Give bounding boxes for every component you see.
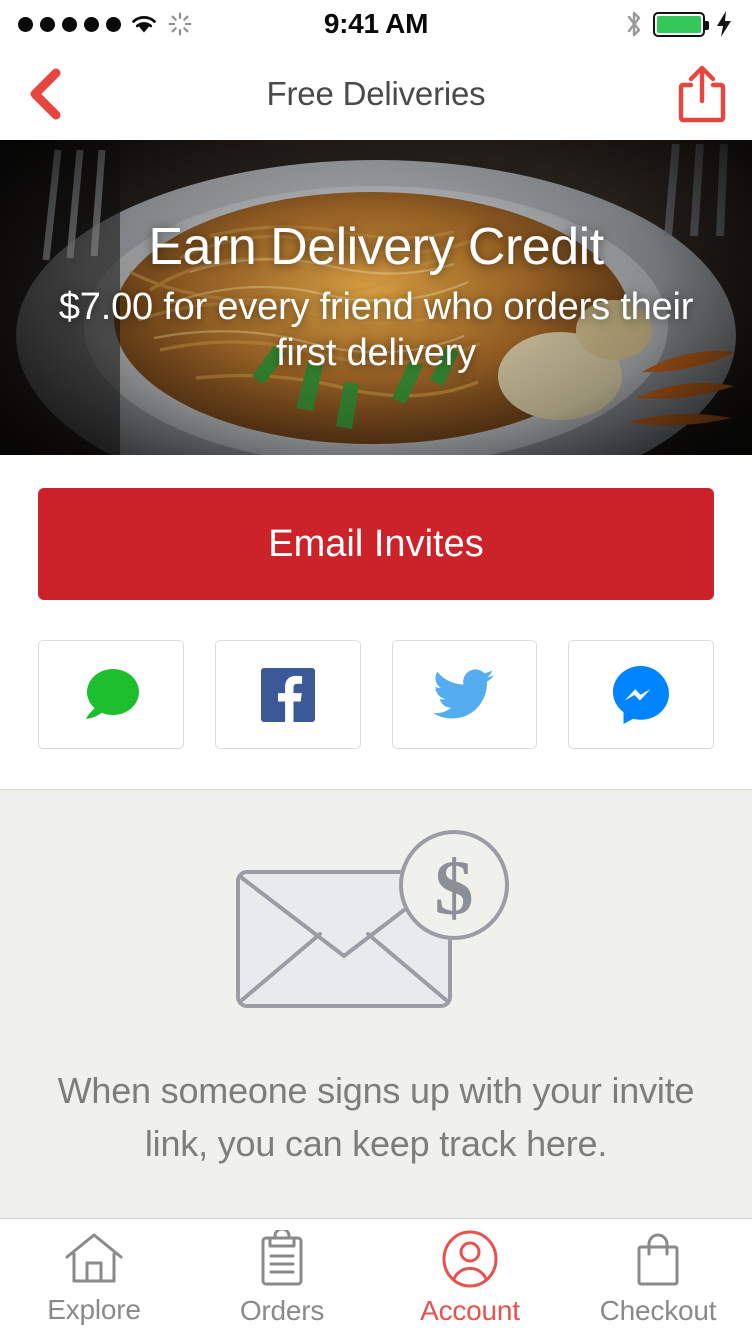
app-screen: 9:41 AM Free Deliveries Earn Delivery Cr… [0, 0, 752, 1334]
bottom-tab-bar: Explore Orders Account Checkout [0, 1218, 752, 1334]
share-section: Email Invites [0, 455, 752, 789]
sms-share-button[interactable] [38, 640, 184, 749]
twitter-bird-icon [433, 668, 495, 719]
share-button[interactable] [674, 63, 730, 125]
page-title: Free Deliveries [266, 75, 486, 112]
tab-label-account: Account [420, 1295, 520, 1326]
tab-label-orders: Orders [239, 1295, 325, 1326]
empty-state-message: When someone signs up with your invite l… [57, 1069, 695, 1164]
social-share-row [38, 640, 714, 749]
tab-label-explore: Explore [47, 1294, 141, 1325]
battery-full-icon [653, 11, 709, 37]
svg-text:$: $ [435, 844, 474, 931]
back-button[interactable] [22, 65, 68, 123]
tab-explore[interactable]: Explore [0, 1219, 188, 1334]
messenger-share-button[interactable] [568, 640, 714, 749]
facebook-icon [260, 667, 315, 723]
facebook-share-button[interactable] [214, 640, 361, 749]
messenger-icon [613, 665, 670, 724]
hero-title: Earn Delivery Credit [148, 217, 604, 276]
tab-orders[interactable]: Orders [188, 1219, 376, 1334]
clipboard-icon [261, 1230, 303, 1286]
envelope-with-dollar-badge-icon: $ [236, 829, 509, 1008]
hero-banner: Earn Delivery Credit $7.00 for every fri… [0, 140, 752, 455]
hero-subtitle: $7.00 for every friend who orders their … [58, 285, 694, 374]
status-bar-time: 9:41 AM [323, 8, 429, 39]
navigation-bar: Free Deliveries [0, 48, 752, 140]
tab-account[interactable]: Account [376, 1219, 564, 1334]
tab-checkout[interactable]: Checkout [564, 1219, 752, 1334]
status-bar: 9:41 AM [0, 0, 752, 48]
home-icon [65, 1233, 123, 1283]
person-circle-icon [442, 1230, 498, 1288]
share-upload-icon [678, 65, 726, 123]
hero-text-block: Earn Delivery Credit $7.00 for every fri… [0, 140, 752, 455]
chevron-left-icon [30, 68, 61, 120]
message-bubble-icon [85, 668, 139, 719]
invite-tracking-empty-state: $ When someone signs up with your invite… [0, 789, 752, 1218]
tab-label-checkout: Checkout [599, 1295, 717, 1326]
email-invites-button[interactable]: Email Invites [38, 488, 714, 600]
shopping-bag-icon [637, 1233, 679, 1286]
twitter-share-button[interactable] [391, 640, 538, 749]
